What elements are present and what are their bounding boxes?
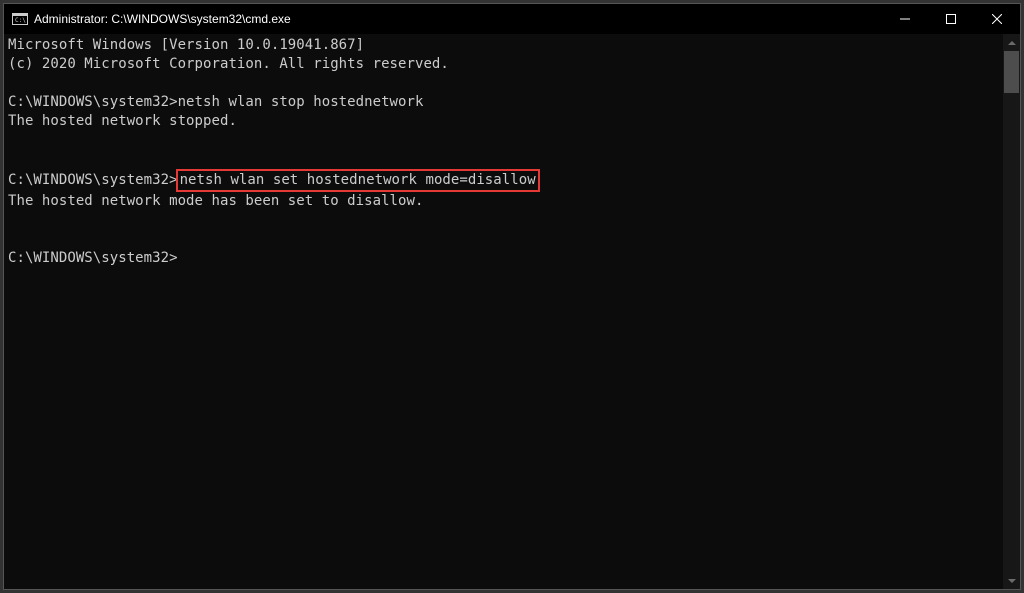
terminal-output[interactable]: Microsoft Windows [Version 10.0.19041.86…	[4, 34, 1003, 589]
command: netsh wlan set hostednetwork mode=disall…	[176, 169, 540, 192]
terminal-line: (c) 2020 Microsoft Corporation. All righ…	[8, 55, 1003, 74]
terminal-line	[8, 150, 1003, 169]
terminal-line	[8, 211, 1003, 230]
terminal-wrap: Microsoft Windows [Version 10.0.19041.86…	[4, 34, 1020, 589]
terminal-line	[8, 131, 1003, 150]
close-button[interactable]	[974, 4, 1020, 34]
titlebar[interactable]: C:\ Administrator: C:\WINDOWS\system32\c…	[4, 4, 1020, 34]
minimize-button[interactable]	[882, 4, 928, 34]
maximize-button[interactable]	[928, 4, 974, 34]
scrollbar[interactable]	[1003, 34, 1020, 589]
cmd-icon: C:\	[12, 11, 28, 27]
svg-text:C:\: C:\	[15, 17, 26, 24]
cmd-window: C:\ Administrator: C:\WINDOWS\system32\c…	[3, 3, 1021, 590]
command: netsh wlan stop hostednetwork	[178, 94, 424, 110]
window-title: Administrator: C:\WINDOWS\system32\cmd.e…	[34, 12, 291, 26]
prompt: C:\WINDOWS\system32>	[8, 94, 178, 110]
terminal-line: C:\WINDOWS\system32>netsh wlan set hoste…	[8, 169, 1003, 192]
terminal-line: C:\WINDOWS\system32>netsh wlan stop host…	[8, 93, 1003, 112]
terminal-line	[8, 74, 1003, 93]
window-controls	[882, 4, 1020, 34]
prompt: C:\WINDOWS\system32>	[8, 250, 178, 266]
terminal-line: The hosted network mode has been set to …	[8, 192, 1003, 211]
scroll-up-button[interactable]	[1003, 34, 1020, 51]
terminal-line: Microsoft Windows [Version 10.0.19041.86…	[8, 36, 1003, 55]
terminal-line: The hosted network stopped.	[8, 112, 1003, 131]
terminal-line: C:\WINDOWS\system32>	[8, 249, 1003, 268]
terminal-line	[8, 230, 1003, 249]
scroll-thumb[interactable]	[1004, 51, 1019, 93]
prompt: C:\WINDOWS\system32>	[8, 172, 178, 188]
scroll-down-button[interactable]	[1003, 572, 1020, 589]
